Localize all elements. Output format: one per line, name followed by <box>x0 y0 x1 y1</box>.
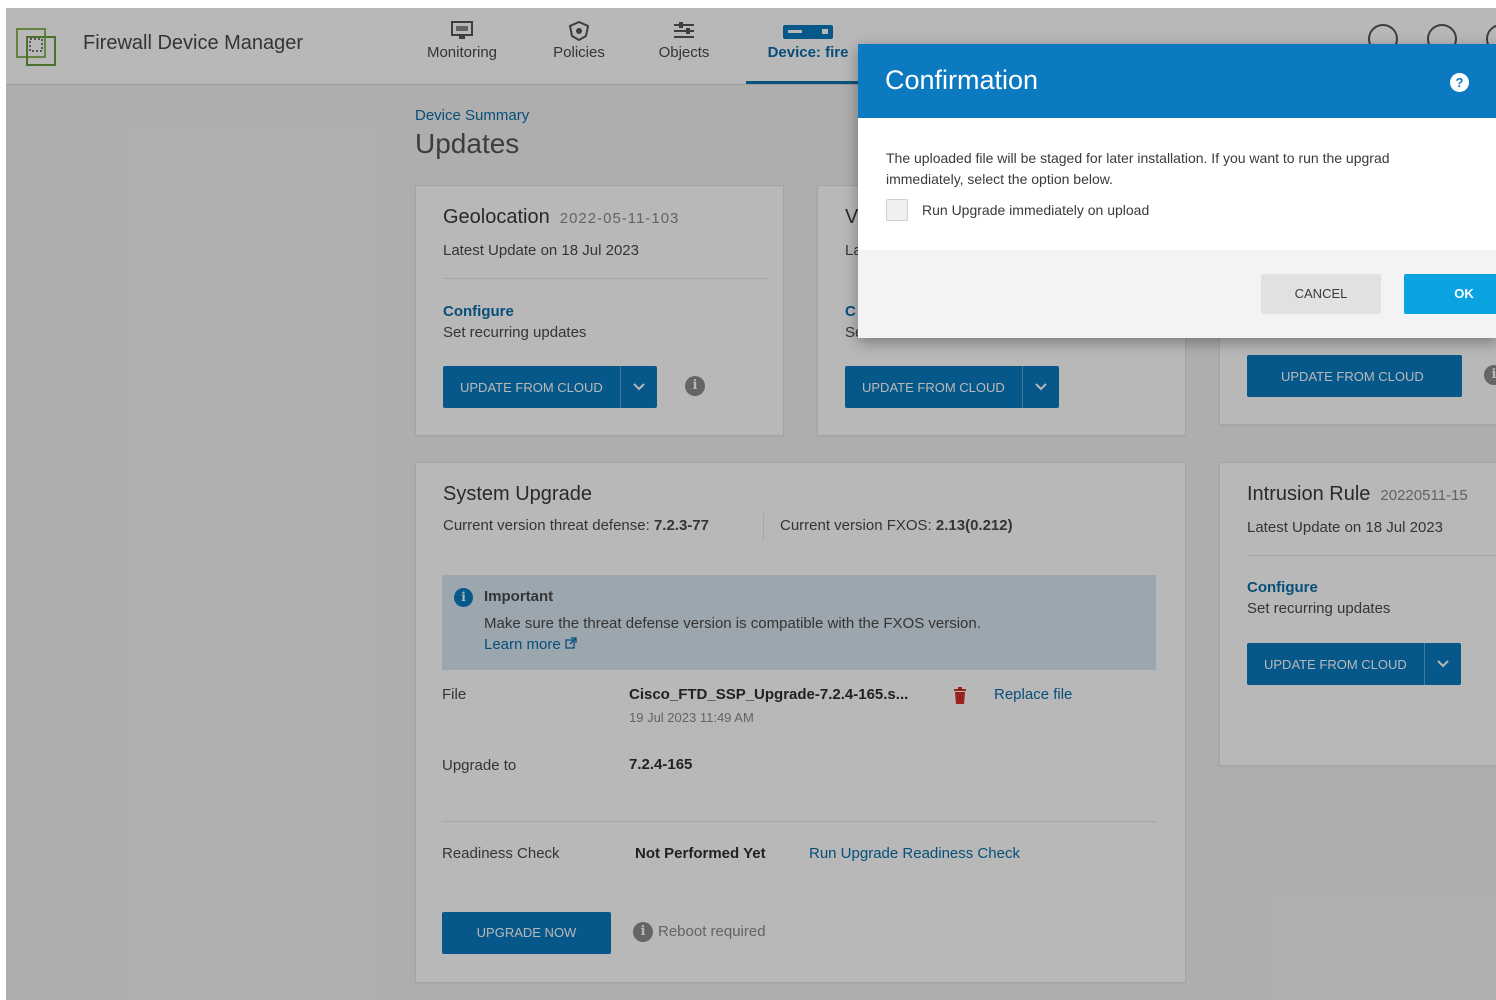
dialog-title: Confirmation <box>885 65 1039 95</box>
dialog-message: The uploaded file will be staged for lat… <box>886 148 1496 190</box>
cancel-button[interactable]: CANCEL <box>1261 274 1381 314</box>
app-frame: Firewall Device Manager Monitoring Polic… <box>6 8 1496 1000</box>
message-line-1: The uploaded file will be staged for lat… <box>886 150 1390 166</box>
run-upgrade-option[interactable]: Run Upgrade immediately on upload <box>886 199 1149 221</box>
run-upgrade-checkbox[interactable] <box>886 199 908 221</box>
dialog-footer <box>858 250 1496 338</box>
message-line-2: immediately, select the option below. <box>886 171 1113 187</box>
checkbox-label: Run Upgrade immediately on upload <box>922 202 1150 218</box>
confirmation-dialog: Confirmation ? The uploaded file will be… <box>858 44 1496 338</box>
dialog-header: Confirmation ? <box>858 44 1496 118</box>
ok-button[interactable]: OK <box>1404 274 1496 314</box>
help-icon[interactable]: ? <box>1450 73 1469 92</box>
